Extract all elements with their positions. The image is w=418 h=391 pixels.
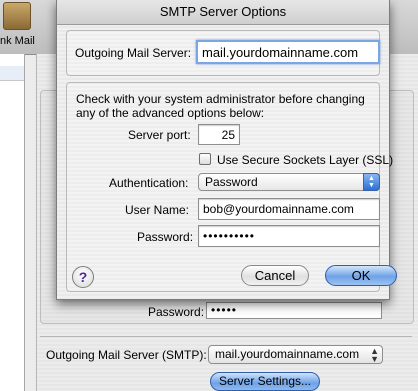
account-list-row[interactable]: [0, 66, 24, 81]
ok-button[interactable]: OK: [325, 265, 397, 286]
bg-password-label: Password:: [148, 305, 205, 319]
account-list[interactable]: [0, 54, 25, 391]
divider: [40, 336, 412, 337]
password-input[interactable]: [198, 225, 380, 247]
ssl-label[interactable]: Use Secure Sockets Layer (SSL): [217, 153, 393, 167]
outgoing-server-input[interactable]: [196, 40, 380, 64]
up-down-arrows-icon: ▲ ▼: [363, 173, 380, 191]
password-label: Password:: [137, 230, 194, 244]
help-button[interactable]: ?: [72, 266, 94, 288]
authentication-selected: Password: [205, 175, 258, 189]
ssl-checkbox[interactable]: [199, 153, 211, 165]
outgoing-server-label: Outgoing Mail Server:: [75, 46, 192, 60]
junk-mail-label[interactable]: nk Mail: [0, 35, 35, 47]
smtp-server-selected: mail.yourdomainname.com: [215, 347, 360, 361]
username-input[interactable]: [198, 198, 380, 220]
smtp-options-sheet: SMTP Server Options Outgoing Mail Server…: [56, 0, 397, 300]
authentication-label: Authentication:: [109, 176, 189, 190]
server-port-input[interactable]: [198, 124, 240, 145]
username-label: User Name:: [125, 203, 190, 217]
sheet-title: SMTP Server Options: [57, 0, 389, 25]
smtp-server-select[interactable]: mail.yourdomainname.com ▲ ▼: [208, 345, 383, 364]
authentication-select[interactable]: Password ▲ ▼: [198, 173, 380, 191]
junk-mail-icon[interactable]: [3, 2, 31, 30]
cancel-button[interactable]: Cancel: [241, 265, 309, 286]
smtp-server-label: Outgoing Mail Server (SMTP):: [46, 348, 207, 362]
server-settings-button[interactable]: Server Settings...: [210, 372, 320, 391]
up-down-arrows-icon: ▲ ▼: [370, 346, 379, 364]
advanced-note: Check with your system administrator bef…: [76, 92, 365, 120]
server-port-label: Server port:: [128, 128, 191, 142]
bg-password-field[interactable]: •••••: [206, 302, 382, 319]
